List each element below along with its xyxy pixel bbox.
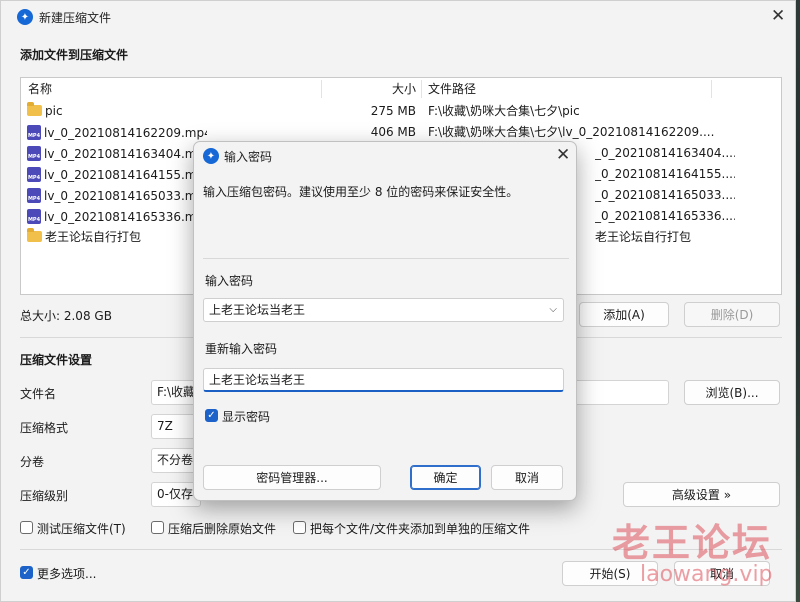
file-path: F:\收藏\奶咪大合集\七夕\pic (428, 104, 580, 118)
more-options-checkbox[interactable]: ✓ (20, 566, 33, 579)
level-label: 压缩级别 (20, 489, 69, 503)
format-label: 压缩格式 (20, 421, 69, 435)
mp4-file-icon: MP4 (27, 167, 41, 182)
mp4-file-icon: MP4 (27, 188, 41, 203)
watermark-url: laowang.vip (640, 562, 773, 587)
file-row[interactable]: MP4 lv_0_20210814162209.mp4 406 MB F:\收藏\… (21, 122, 781, 143)
folder-icon (27, 102, 42, 116)
browse-button[interactable]: 浏览(B)... (684, 380, 780, 405)
file-path: _0_20210814164155.... (595, 167, 735, 181)
file-name: lv_0_20210814165336.mp4 (44, 210, 199, 224)
window-title: 新建压缩文件 (39, 11, 112, 25)
show-password-checkbox[interactable]: ✓ (205, 409, 218, 422)
column-header-size[interactable]: 大小 (321, 78, 416, 100)
reenter-password-input[interactable]: 上老王论坛当老王 (203, 368, 564, 392)
delete-after-label: 压缩后删除原始文件 (168, 522, 277, 536)
folder-icon (27, 228, 42, 242)
file-name: lv_0_20210814165033.mp4 (44, 189, 199, 203)
filename-label: 文件名 (20, 387, 57, 401)
file-name: 老王论坛自行打包 (45, 230, 142, 244)
file-name: pic (45, 104, 63, 118)
file-row[interactable]: pic 275 MB F:\收藏\奶咪大合集\七夕\pic (21, 101, 781, 122)
test-archive-checkbox[interactable] (20, 521, 33, 534)
password-value: 上老王论坛当老王 (209, 303, 306, 317)
show-password-label: 显示密码 (222, 410, 271, 424)
dialog-title: 输入密码 (224, 150, 273, 164)
chevron-down-icon[interactable]: ⌵ (549, 299, 557, 321)
close-icon[interactable]: ✕ (556, 147, 570, 164)
advanced-settings-button[interactable]: 高级设置 » (623, 482, 780, 507)
file-size: 275 MB (370, 104, 416, 118)
file-size: 406 MB (370, 125, 416, 139)
mp4-file-icon: MP4 (27, 125, 41, 140)
password-label: 输入密码 (205, 274, 254, 288)
app-logo-icon: ✦ (17, 9, 33, 25)
each-separate-checkbox[interactable] (293, 521, 306, 534)
file-path: 老王论坛自行打包 (595, 230, 692, 244)
app-logo-icon: ✦ (203, 148, 219, 164)
file-path: _0_20210814163404.... (595, 146, 735, 160)
total-size-label: 总大小: 2.08 GB (20, 309, 112, 323)
test-archive-label: 测试压缩文件(T) (37, 522, 126, 536)
more-options-label: 更多选项... (37, 567, 97, 581)
file-name: lv_0_20210814164155.mp4 (44, 168, 199, 182)
column-header-path[interactable]: 文件路径 (428, 78, 476, 100)
file-name: lv_0_20210814162209.mp4 (44, 126, 207, 140)
delete-button[interactable]: 删除(D) (684, 302, 780, 327)
add-button[interactable]: 添加(A) (579, 302, 669, 327)
archive-settings-heading: 压缩文件设置 (20, 353, 93, 367)
reenter-password-label: 重新输入密码 (205, 342, 278, 356)
cancel-button[interactable]: 取消 (491, 465, 563, 490)
each-separate-label: 把每个文件/文件夹添加到单独的压缩文件 (310, 522, 531, 536)
mp4-file-icon: MP4 (27, 146, 41, 161)
password-dialog: ✦ 输入密码 ✕ 输入压缩包密码。建议使用至少 8 位的密码来保证安全性。 输入… (193, 141, 577, 501)
file-name: lv_0_20210814163404.mp4 (44, 147, 199, 161)
ok-button[interactable]: 确定 (410, 465, 481, 490)
password-manager-button[interactable]: 密码管理器... (203, 465, 381, 490)
delete-after-checkbox[interactable] (151, 521, 164, 534)
split-label: 分卷 (20, 455, 45, 469)
file-path: _0_20210814165033.... (595, 188, 735, 202)
file-path: _0_20210814165336.... (595, 209, 735, 223)
password-input[interactable]: 上老王论坛当老王 ⌵ (203, 298, 564, 322)
dialog-description: 输入压缩包密码。建议使用至少 8 位的密码来保证安全性。 (203, 185, 519, 199)
file-path: F:\收藏\奶咪大合集\七夕\lv_0_20210814162209.... (428, 125, 715, 139)
add-files-heading: 添加文件到压缩文件 (20, 48, 129, 62)
mp4-file-icon: MP4 (27, 209, 41, 224)
column-header-name[interactable]: 名称 (28, 78, 52, 100)
watermark-text: 老王论坛 (612, 521, 773, 565)
close-icon[interactable]: ✕ (771, 8, 785, 25)
